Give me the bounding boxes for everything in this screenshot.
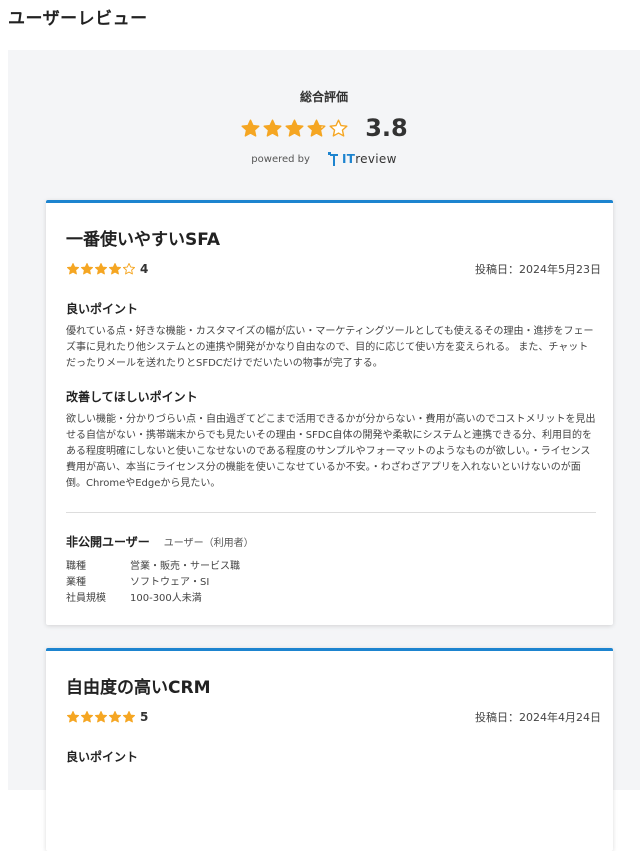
good-points-heading: 良いポイント	[66, 750, 139, 764]
overall-summary: 総合評価 3.8 powered by ITreview	[8, 88, 640, 166]
star-icon	[329, 118, 348, 137]
overall-score: 3.8	[365, 114, 408, 142]
star-icon	[94, 262, 108, 275]
star-icon	[80, 262, 94, 275]
review-title[interactable]: 自由度の高いCRM	[66, 673, 210, 698]
meta-value: 100-300人未満	[130, 593, 202, 604]
star-icon	[241, 118, 260, 137]
overall-label: 総合評価	[299, 90, 348, 104]
star-icon	[66, 710, 80, 723]
review-card: 自由度の高いCRM 5 投稿日：2024年4月24日 良いポイント	[46, 648, 613, 851]
star-icon	[108, 262, 122, 275]
star-icon	[80, 710, 94, 723]
review-stars	[66, 262, 136, 276]
overall-stars	[240, 118, 349, 139]
star-icon	[66, 262, 80, 275]
meta-value: ソフトウェア・SI	[130, 577, 210, 588]
star-icon	[108, 710, 122, 723]
meta-value: 営業・販売・サービス職	[130, 561, 240, 572]
meta-key: 業種	[66, 577, 86, 588]
itreview-logo-icon	[327, 152, 338, 166]
star-icon	[307, 118, 326, 137]
review-rating: 4	[140, 262, 149, 276]
improve-points-body: 欲しい機能・分かりづらい点・自由過ぎてどこまで活用できるかが分からない・費用が高…	[66, 414, 596, 489]
meta-row: 社員規模 100-300人未満	[66, 591, 240, 607]
star-icon	[122, 710, 136, 723]
review-card: 一番使いやすいSFA 4 投稿日：2024年5月23日 良いポイント 優れている…	[46, 200, 613, 625]
review-date: 投稿日：2024年4月24日	[475, 711, 601, 724]
powered-by-text: powered by	[251, 153, 310, 165]
divider	[66, 512, 596, 513]
meta-key: 社員規模	[66, 593, 106, 604]
star-icon	[122, 262, 136, 275]
itreview-logo-text: ITreview	[341, 152, 397, 166]
improve-points-heading: 改善してほしいポイント	[66, 390, 198, 404]
review-stars	[66, 710, 136, 724]
star-icon	[285, 118, 304, 137]
good-points-heading: 良いポイント	[66, 302, 139, 316]
review-title[interactable]: 一番使いやすいSFA	[66, 225, 220, 250]
reviewer-role: ユーザー（利用者）	[163, 538, 254, 549]
review-rating: 5	[140, 710, 149, 724]
star-icon	[263, 118, 282, 137]
page-title: ユーザーレビュー	[8, 9, 148, 29]
powered-by: powered by ITreview	[8, 152, 640, 166]
review-panel: 総合評価 3.8 powered by ITreview 一番使いやすいSFA …	[8, 50, 640, 851]
meta-row: 業種 ソフトウェア・SI	[66, 575, 240, 591]
review-date: 投稿日：2024年5月23日	[475, 263, 601, 276]
meta-row: 職種 営業・販売・サービス職	[66, 559, 240, 575]
star-icon	[94, 710, 108, 723]
itreview-logo[interactable]: ITreview	[327, 152, 397, 166]
reviewer-info: 非公開ユーザー ユーザー（利用者）	[66, 533, 254, 550]
good-points-body: 優れている点・好きな機能・カスタマイズの幅が広い・マーケティングツールとしても使…	[66, 326, 594, 369]
reviewer-meta: 職種 営業・販売・サービス職 業種 ソフトウェア・SI 社員規模 100-300…	[66, 559, 240, 607]
meta-key: 職種	[66, 561, 86, 572]
reviewer-name: 非公開ユーザー	[66, 535, 150, 549]
